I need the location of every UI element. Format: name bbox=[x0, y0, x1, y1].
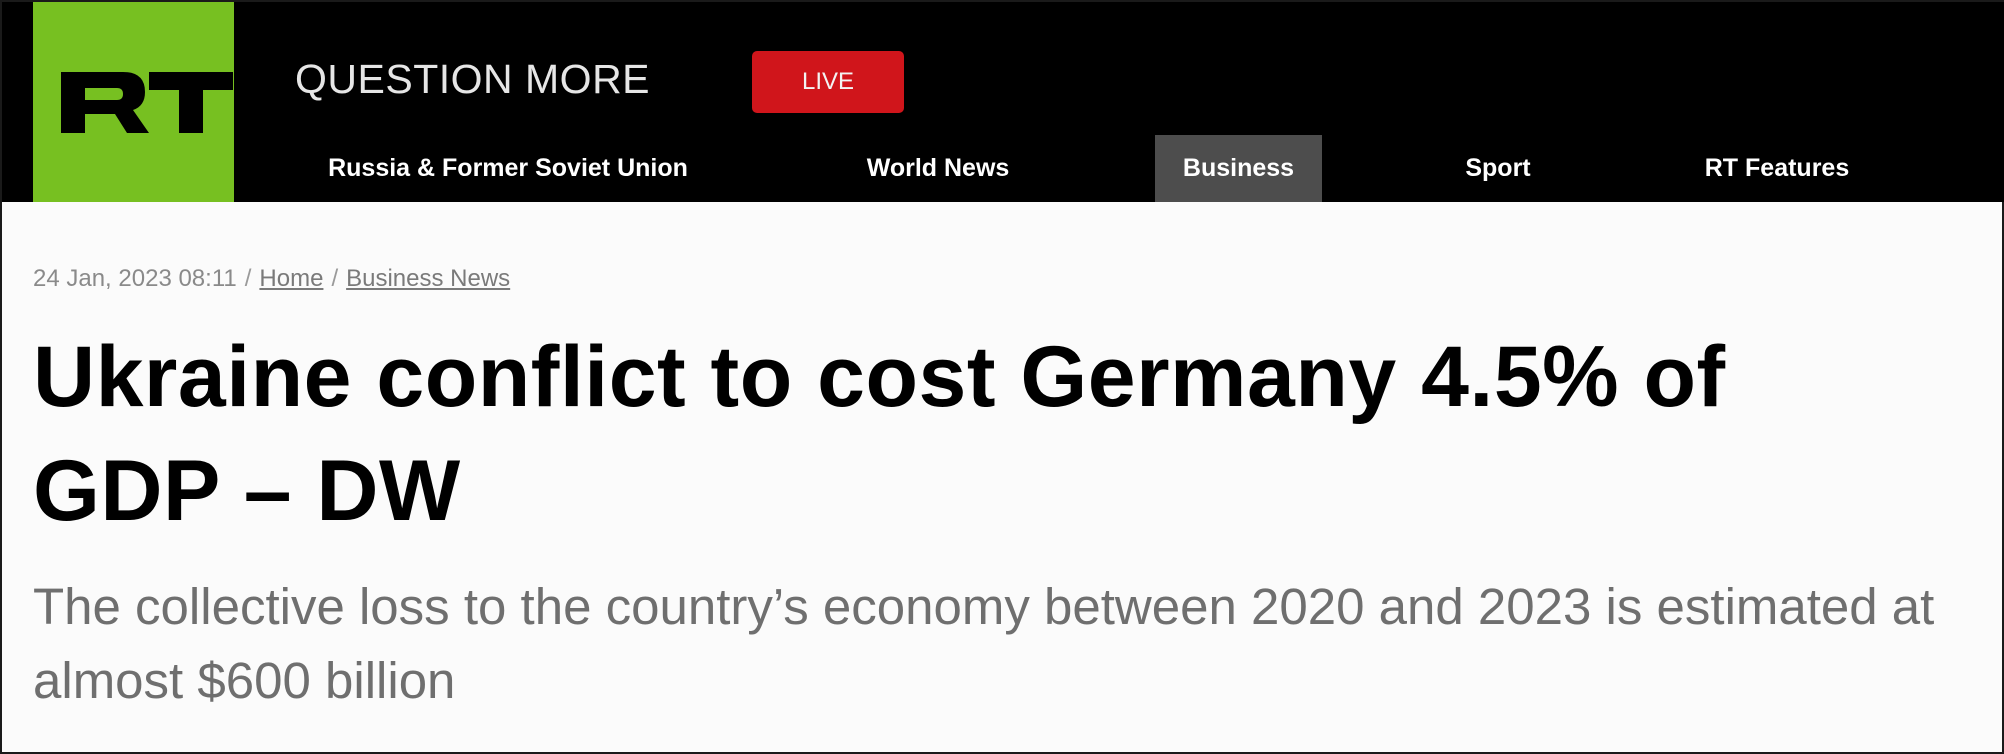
main-nav: Russia & Former Soviet Union World News … bbox=[2, 135, 2004, 202]
breadcrumb-home-link[interactable]: Home bbox=[259, 265, 323, 292]
article-headline: Ukraine conflict to cost Germany 4.5% of… bbox=[33, 329, 1726, 539]
nav-item-world-news[interactable]: World News bbox=[850, 135, 1026, 202]
nav-item-rt-features[interactable]: RT Features bbox=[1688, 135, 1866, 202]
breadcrumb-separator: / bbox=[331, 265, 339, 292]
article-summary: The collective loss to the country’s eco… bbox=[33, 578, 1935, 709]
breadcrumb: 24 Jan, 2023 08:11 / Home / Business News bbox=[33, 265, 510, 293]
site-header: QUESTION MORE LIVE Russia & Former Sovie… bbox=[2, 2, 2004, 202]
page-frame: QUESTION MORE LIVE Russia & Former Sovie… bbox=[0, 0, 2004, 754]
nav-item-sport[interactable]: Sport bbox=[1450, 135, 1546, 202]
nav-item-business[interactable]: Business bbox=[1155, 135, 1322, 202]
live-button[interactable]: LIVE bbox=[752, 51, 904, 113]
site-tagline: QUESTION MORE bbox=[295, 56, 651, 102]
breadcrumb-separator: / bbox=[244, 265, 252, 292]
nav-item-russia-former-soviet-union[interactable]: Russia & Former Soviet Union bbox=[300, 135, 716, 202]
article-timestamp: 24 Jan, 2023 08:11 bbox=[33, 265, 237, 292]
breadcrumb-business-news-link[interactable]: Business News bbox=[346, 265, 510, 292]
